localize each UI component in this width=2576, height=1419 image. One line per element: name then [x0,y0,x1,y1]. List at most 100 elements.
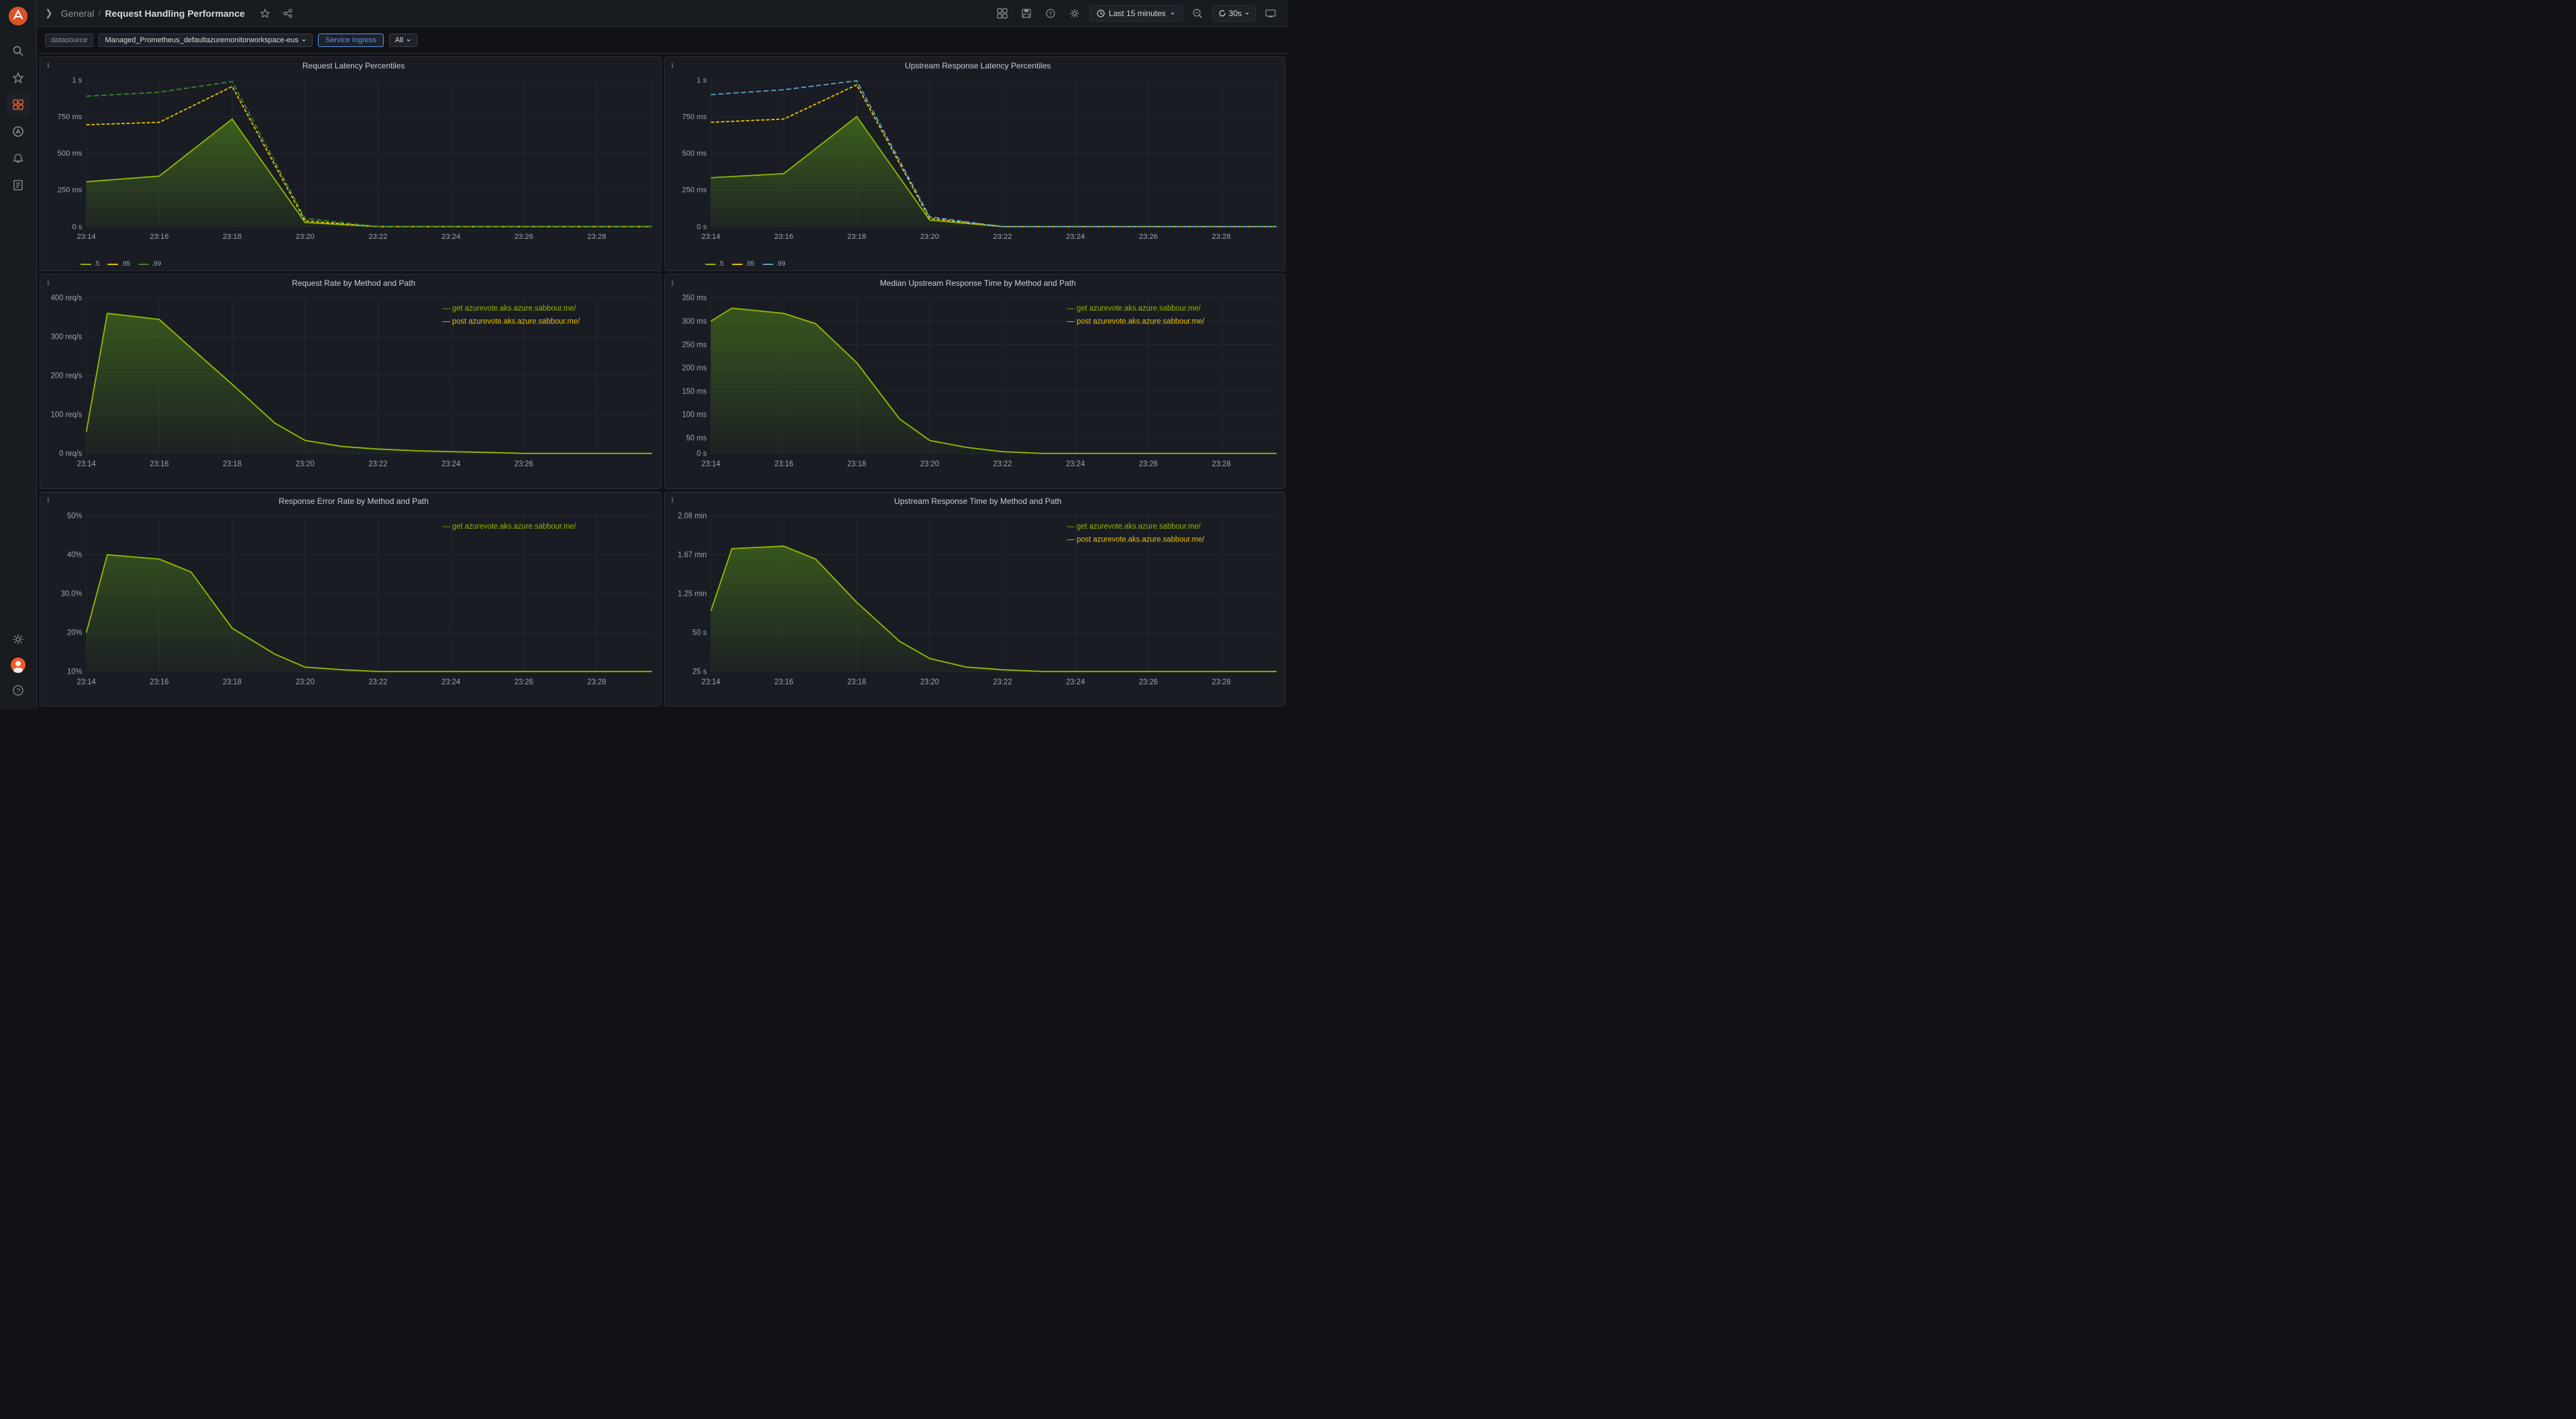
sidebar-collapse-button[interactable]: ❯ [45,7,53,19]
svg-text:40%: 40% [67,551,82,559]
sidebar-item-settings[interactable] [6,627,30,651]
legend-color-p50 [80,264,91,265]
svg-text:23:28: 23:28 [1212,233,1230,241]
sidebar-item-alerts[interactable] [6,146,30,170]
svg-text:23:18: 23:18 [223,233,241,241]
svg-text:400 req/s: 400 req/s [51,295,83,303]
zoom-out-button[interactable] [1188,4,1207,23]
datasource-select[interactable]: Managed_Prometheus_defaultazuremonitorwo… [99,34,313,47]
sidebar-item-search[interactable] [6,39,30,63]
breadcrumb-section[interactable]: General [61,8,95,19]
svg-text:750 ms: 750 ms [58,113,83,121]
panel-info-icon-2[interactable]: ℹ [672,62,674,70]
svg-text:100 req/s: 100 req/s [51,411,83,419]
panel-error-rate-body: 50% 40% 30.0% 20% 10% 23:14 23:16 23:18 … [40,507,661,706]
share-button[interactable] [278,4,297,23]
sidebar: ? [0,0,37,709]
panel-upstream-latency-body: 1 s 750 ms 500 ms 250 ms 0 s 23:14 23:16… [665,72,1285,259]
svg-text:23:20: 23:20 [296,460,315,468]
svg-text:250 ms: 250 ms [682,341,706,350]
panel-error-rate: ℹ Response Error Rate by Method and Path [40,492,661,706]
svg-text:23:18: 23:18 [223,460,241,468]
svg-text:23:18: 23:18 [847,460,866,468]
svg-text:0 s: 0 s [696,450,706,458]
svg-text:23:14: 23:14 [77,233,96,241]
app-logo[interactable] [7,5,29,27]
svg-text:23:14: 23:14 [77,678,97,686]
refresh-button[interactable]: 30s [1212,5,1256,21]
svg-text:— get azurevote.aks.azure.sabb: — get azurevote.aks.azure.sabbour.me/ [443,523,577,531]
panel-median-upstream: ℹ Median Upstream Response Time by Metho… [664,274,1286,488]
svg-text:23:20: 23:20 [920,678,938,686]
svg-text:— get azurevote.aks.azure.sabb: — get azurevote.aks.azure.sabbour.me/ [1067,523,1201,531]
svg-text:50%: 50% [67,512,82,520]
legend-color-p99 [138,264,149,265]
add-panel-button[interactable] [993,4,1012,23]
svg-text:23:24: 23:24 [1066,678,1085,686]
svg-text:23:20: 23:20 [296,678,315,686]
svg-text:23:20: 23:20 [920,460,938,468]
legend-label-p99: .99 [152,260,161,268]
panel-info-icon-4[interactable]: ℹ [672,280,674,287]
panel-info-icon[interactable]: ℹ [47,62,50,70]
svg-text:— post azurevote.aks.azure.sab: — post azurevote.aks.azure.sabbour.me/ [1067,318,1205,326]
sidebar-item-reports[interactable] [6,173,30,197]
svg-text:23:22: 23:22 [993,678,1012,686]
legend-color-p99-2 [763,264,773,265]
dashboard-grid: ℹ Request Latency Percentiles [37,54,1288,709]
svg-text:23:24: 23:24 [441,460,461,468]
all-select[interactable]: All [389,34,417,47]
svg-text:23:16: 23:16 [150,233,168,241]
svg-text:200 ms: 200 ms [682,364,706,372]
svg-text:350 ms: 350 ms [682,295,706,303]
panel-error-rate-header: ℹ Response Error Rate by Method and Path [40,492,661,507]
svg-text:2.08 min: 2.08 min [678,512,706,520]
sidebar-item-user[interactable] [6,653,30,677]
service-ingress-label: Service Ingress [325,36,376,44]
legend-label-p50: .5 [94,260,99,268]
svg-text:300 req/s: 300 req/s [51,333,83,341]
svg-text:20%: 20% [67,629,82,637]
help-button[interactable]: ? [1041,4,1060,23]
svg-text:— get azurevote.aks.azure.sabb: — get azurevote.aks.azure.sabbour.me/ [1067,305,1201,313]
panel-info-icon-6[interactable]: ℹ [672,497,674,505]
tv-mode-button[interactable] [1261,4,1280,23]
panel-median-upstream-title: Median Upstream Response Time by Method … [678,278,1278,288]
sidebar-item-dashboards[interactable] [6,93,30,117]
panel-info-icon-5[interactable]: ℹ [47,497,50,505]
svg-text:23:16: 23:16 [774,678,793,686]
panel-upstream-latency: ℹ Upstream Response Latency Percentiles [664,56,1286,271]
svg-text:23:14: 23:14 [77,460,97,468]
panel-upstream-latency-title: Upstream Response Latency Percentiles [678,61,1278,70]
panel-request-latency: ℹ Request Latency Percentiles [40,56,661,271]
panel-info-icon-3[interactable]: ℹ [47,280,50,287]
save-button[interactable] [1017,4,1036,23]
legend-color-p50-2 [705,264,716,265]
svg-text:23:26: 23:26 [1138,460,1157,468]
star-button[interactable] [256,4,274,23]
legend-item-p50: .5 [80,260,99,268]
time-range-button[interactable]: Last 15 minutes [1089,5,1183,21]
svg-text:0 req/s: 0 req/s [59,450,83,458]
service-ingress-select[interactable]: Service Ingress [318,34,384,47]
sidebar-item-help[interactable]: ? [6,678,30,702]
svg-text:23:26: 23:26 [1138,233,1157,241]
svg-text:23:20: 23:20 [296,233,315,241]
svg-text:23:28: 23:28 [1212,460,1230,468]
svg-text:23:26: 23:26 [515,233,533,241]
panel-request-rate-title: Request Rate by Method and Path [54,278,654,288]
panel-request-latency-legend: .5 .95 .99 [40,259,661,270]
panel-upstream-latency-legend: .5 .95 .99 [665,259,1285,270]
datasource-tag: datasource [45,34,93,47]
panel-upstream-response-time-body: 2.08 min 1.67 min 1.25 min 50 s 25 s 23:… [665,507,1285,706]
svg-text:23:28: 23:28 [587,233,606,241]
sidebar-item-explore[interactable] [6,119,30,144]
settings-button[interactable] [1065,4,1084,23]
svg-text:23:22: 23:22 [993,460,1012,468]
legend-item-p95: .95 [107,260,130,268]
panel-request-latency-title: Request Latency Percentiles [54,61,654,70]
panel-error-rate-title: Response Error Rate by Method and Path [54,496,654,506]
datasource-value: Managed_Prometheus_defaultazuremonitorwo… [105,36,299,44]
sidebar-item-starred[interactable] [6,66,30,90]
svg-text:23:24: 23:24 [1066,233,1085,241]
